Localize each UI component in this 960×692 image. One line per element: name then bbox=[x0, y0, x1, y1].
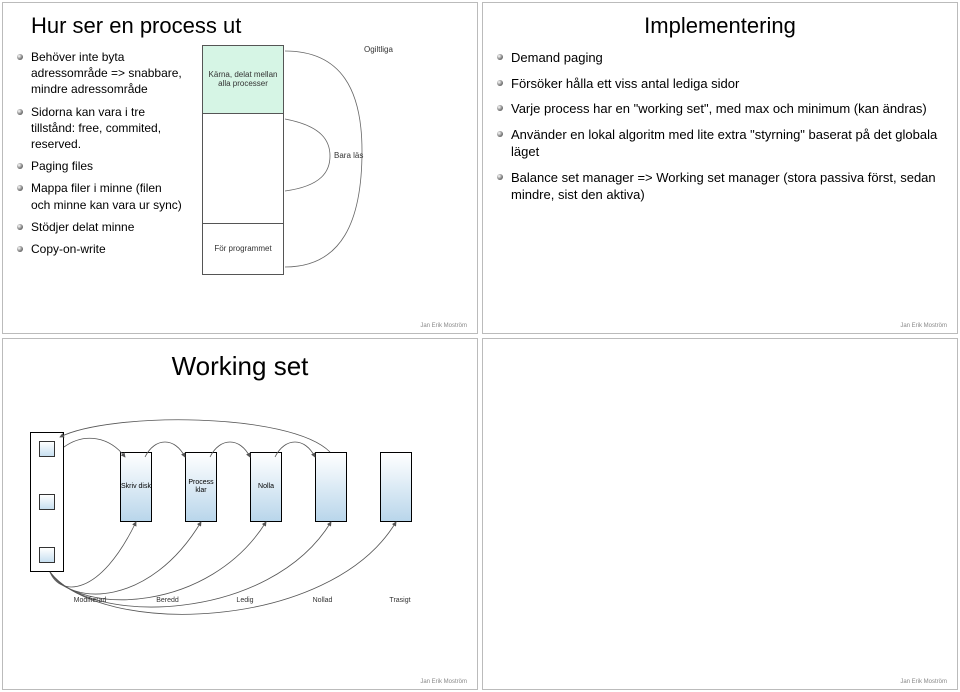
ws-col-4 bbox=[315, 452, 347, 522]
ws-col-nolla: Nolla bbox=[250, 452, 282, 522]
label-modifierad: Modifierad bbox=[60, 597, 120, 604]
ws-col-process-klar: Process klar bbox=[185, 452, 217, 522]
label-trasigt: Trasigt bbox=[370, 597, 430, 604]
bullet: Stödjer delat minne bbox=[17, 219, 182, 241]
slide2-title: Implementering bbox=[497, 13, 943, 39]
slide-working-set: Working set Skriv disk Process klar Noll… bbox=[2, 338, 478, 690]
footer-author: Jan Erik Moström bbox=[420, 679, 467, 685]
ws-slot bbox=[39, 547, 55, 563]
memory-diagram: Kärna, delat mellan alla processer För p… bbox=[182, 45, 463, 263]
ws-bottom-labels: Modifierad Beredd Ledig Nollad Trasigt bbox=[60, 597, 430, 604]
bullet: Balance set manager => Working set manag… bbox=[497, 169, 943, 212]
bullet: Behöver inte byta adressområde => snabba… bbox=[17, 49, 182, 104]
label-ledig: Ledig bbox=[215, 597, 275, 604]
ws-parent-box bbox=[30, 432, 64, 572]
footer-author: Jan Erik Moström bbox=[900, 323, 947, 329]
bullet: Copy-on-write bbox=[17, 241, 182, 263]
bullet: Demand paging bbox=[497, 49, 943, 75]
seg-program: För programmet bbox=[214, 245, 271, 254]
slide2-bullets: Demand paging Försöker hålla ett viss an… bbox=[497, 49, 943, 212]
callout-invalid: Ogiltliga bbox=[364, 45, 393, 54]
working-set-diagram: Skriv disk Process klar Nolla bbox=[30, 402, 450, 632]
label-nollad: Nollad bbox=[293, 597, 353, 604]
ws-col-skriv-disk: Skriv disk bbox=[120, 452, 152, 522]
bullet: Använder en lokal algoritm med lite extr… bbox=[497, 126, 943, 169]
ws-slot bbox=[39, 441, 55, 457]
slide-empty: Jan Erik Moström bbox=[482, 338, 958, 690]
slide-implementering: Implementering Demand paging Försöker hå… bbox=[482, 2, 958, 334]
label-beredd: Beredd bbox=[138, 597, 198, 604]
slide3-title: Working set bbox=[17, 351, 463, 382]
ws-col-5 bbox=[380, 452, 412, 522]
slide1-bullets: Behöver inte byta adressområde => snabba… bbox=[17, 49, 182, 263]
slide-process-layout: Hur ser en process ut Behöver inte byta … bbox=[2, 2, 478, 334]
footer-author: Jan Erik Moström bbox=[900, 679, 947, 685]
slide1-title: Hur ser en process ut bbox=[17, 13, 463, 39]
bullet: Försöker hålla ett viss antal lediga sid… bbox=[497, 75, 943, 101]
bullet: Paging files bbox=[17, 158, 182, 180]
footer-author: Jan Erik Moström bbox=[420, 323, 467, 329]
ws-slot bbox=[39, 494, 55, 510]
bullet: Varje process har en "working set", med … bbox=[497, 100, 943, 126]
seg-kernel: Kärna, delat mellan alla processer bbox=[205, 71, 281, 89]
bullet: Sidorna kan vara i tre tillstånd: free, … bbox=[17, 104, 182, 159]
callout-readonly: Bara läs bbox=[334, 151, 363, 160]
bullet: Mappa filer i minne (filen och minne kan… bbox=[17, 180, 182, 218]
